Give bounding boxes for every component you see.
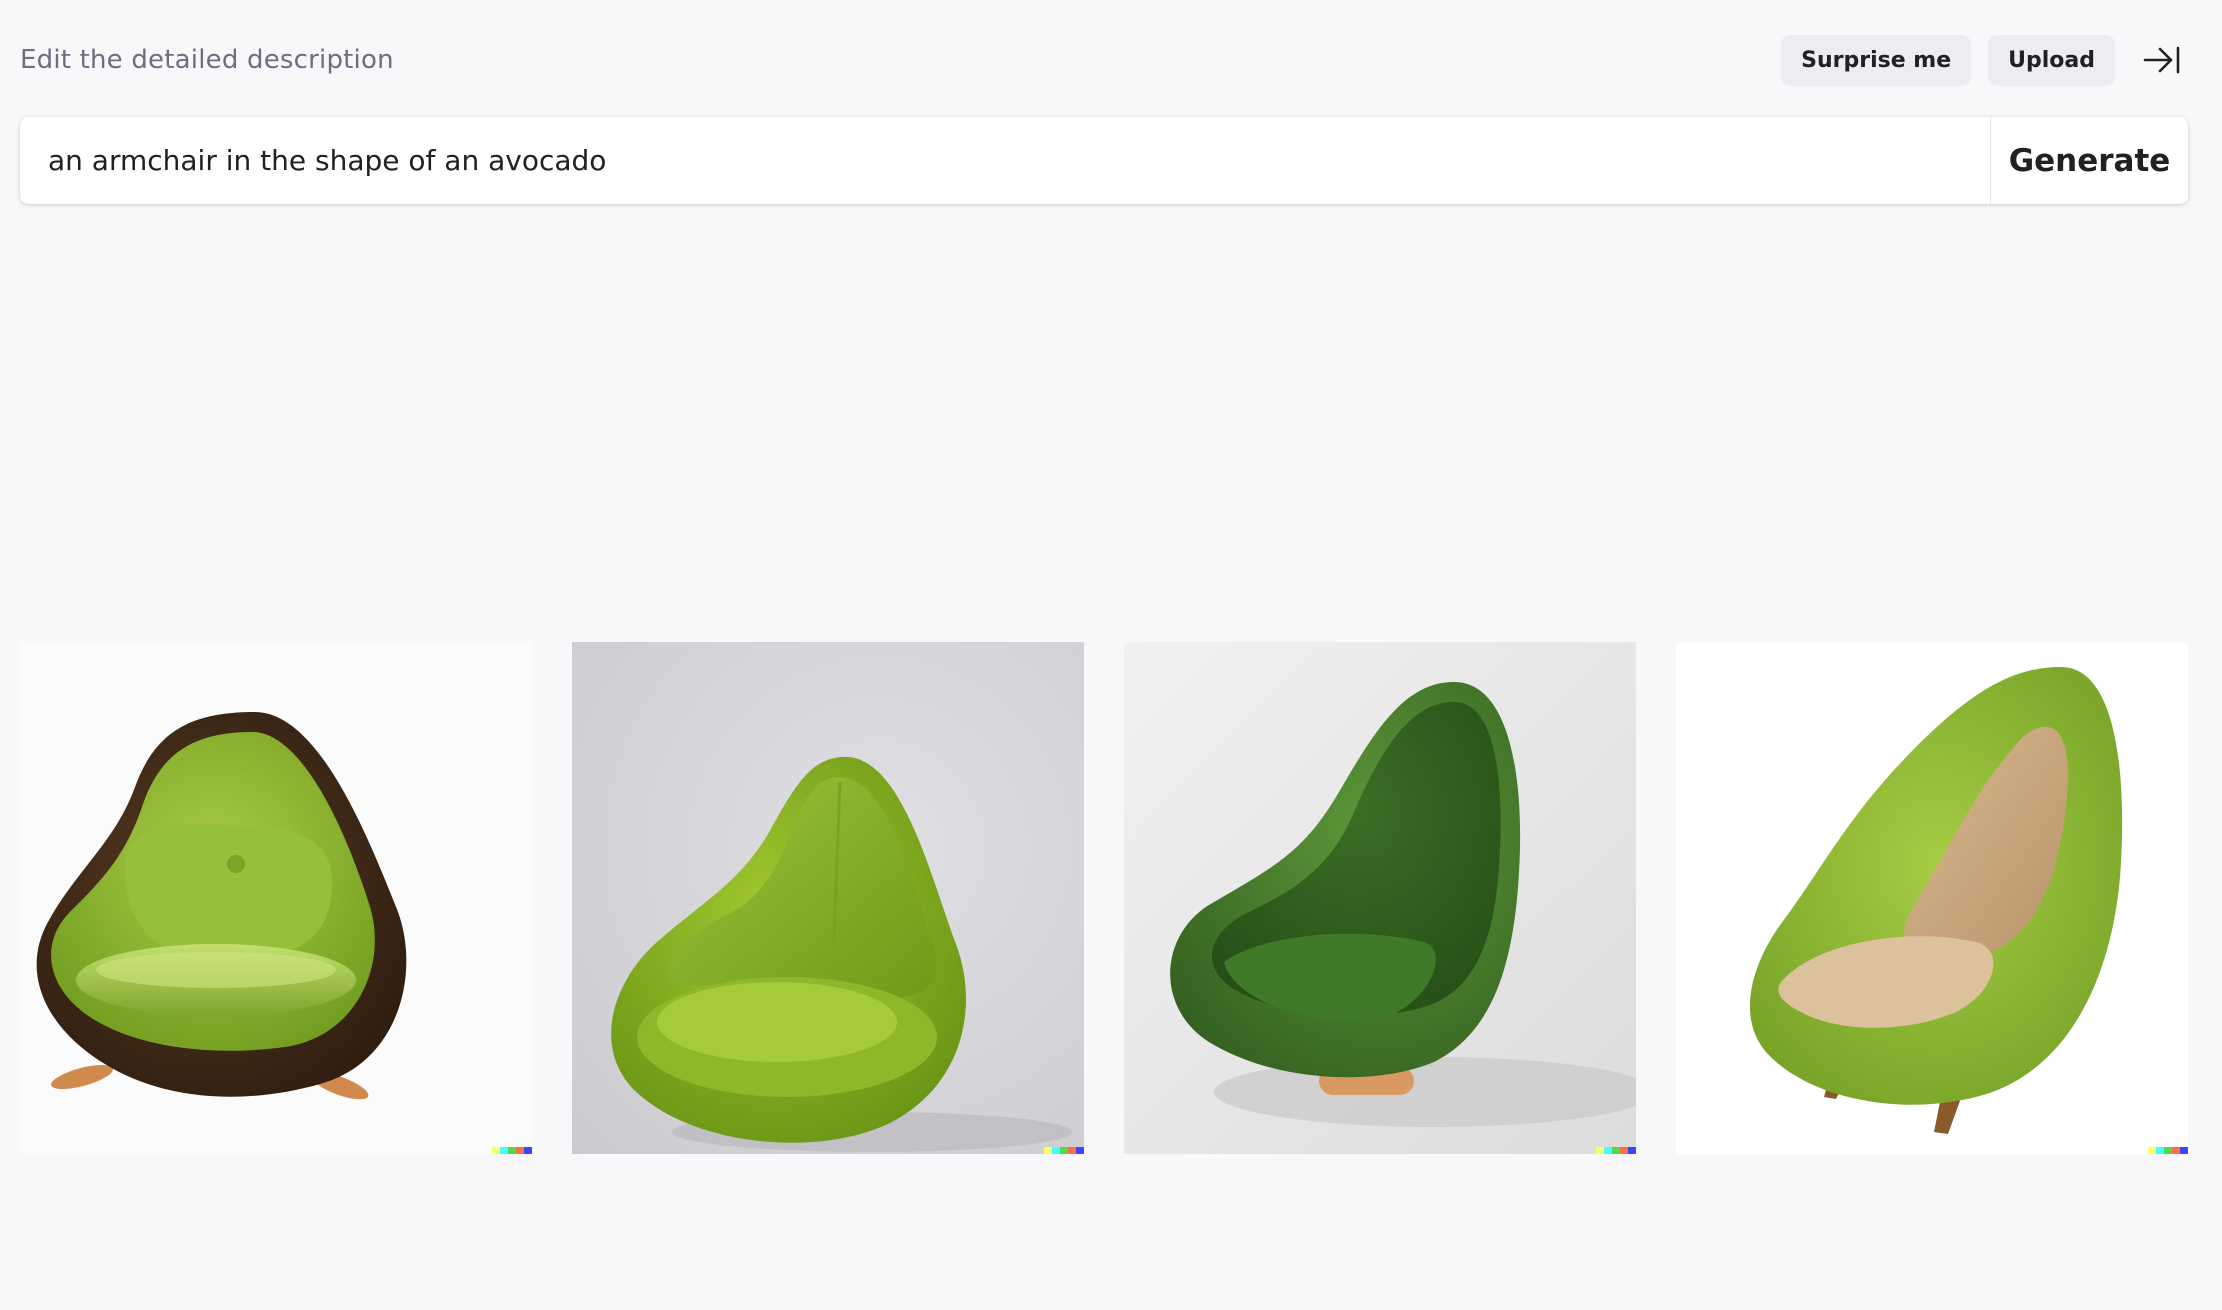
result-image-4[interactable] (1676, 642, 2188, 1154)
signature-bar (2148, 1147, 2188, 1154)
top-bar: Edit the detailed description Surprise m… (20, 34, 2192, 86)
results-grid (20, 642, 2188, 1154)
armchair-image (572, 642, 1084, 1154)
header-actions: Surprise me Upload (1781, 34, 2192, 86)
armchair-image (1676, 642, 2188, 1154)
signature-bar (1596, 1147, 1636, 1154)
result-image-2[interactable] (572, 642, 1084, 1154)
armchair-image (20, 642, 532, 1154)
prompt-hint: Edit the detailed description (20, 45, 394, 75)
armchair-image (1124, 642, 1636, 1154)
prompt-input[interactable] (20, 117, 1990, 204)
signature-bar (1044, 1147, 1084, 1154)
result-image-1[interactable] (20, 642, 532, 1154)
generate-button[interactable]: Generate (1990, 117, 2188, 204)
upload-button[interactable]: Upload (1988, 34, 2115, 86)
collapse-panel-button[interactable] (2132, 34, 2192, 86)
app-page: Edit the detailed description Surprise m… (0, 0, 2222, 1310)
arrow-right-to-line-icon (2143, 46, 2180, 74)
signature-bar (492, 1147, 532, 1154)
prompt-box: Generate (20, 117, 2188, 204)
result-image-3[interactable] (1124, 642, 1636, 1154)
surprise-me-button[interactable]: Surprise me (1781, 34, 1972, 86)
